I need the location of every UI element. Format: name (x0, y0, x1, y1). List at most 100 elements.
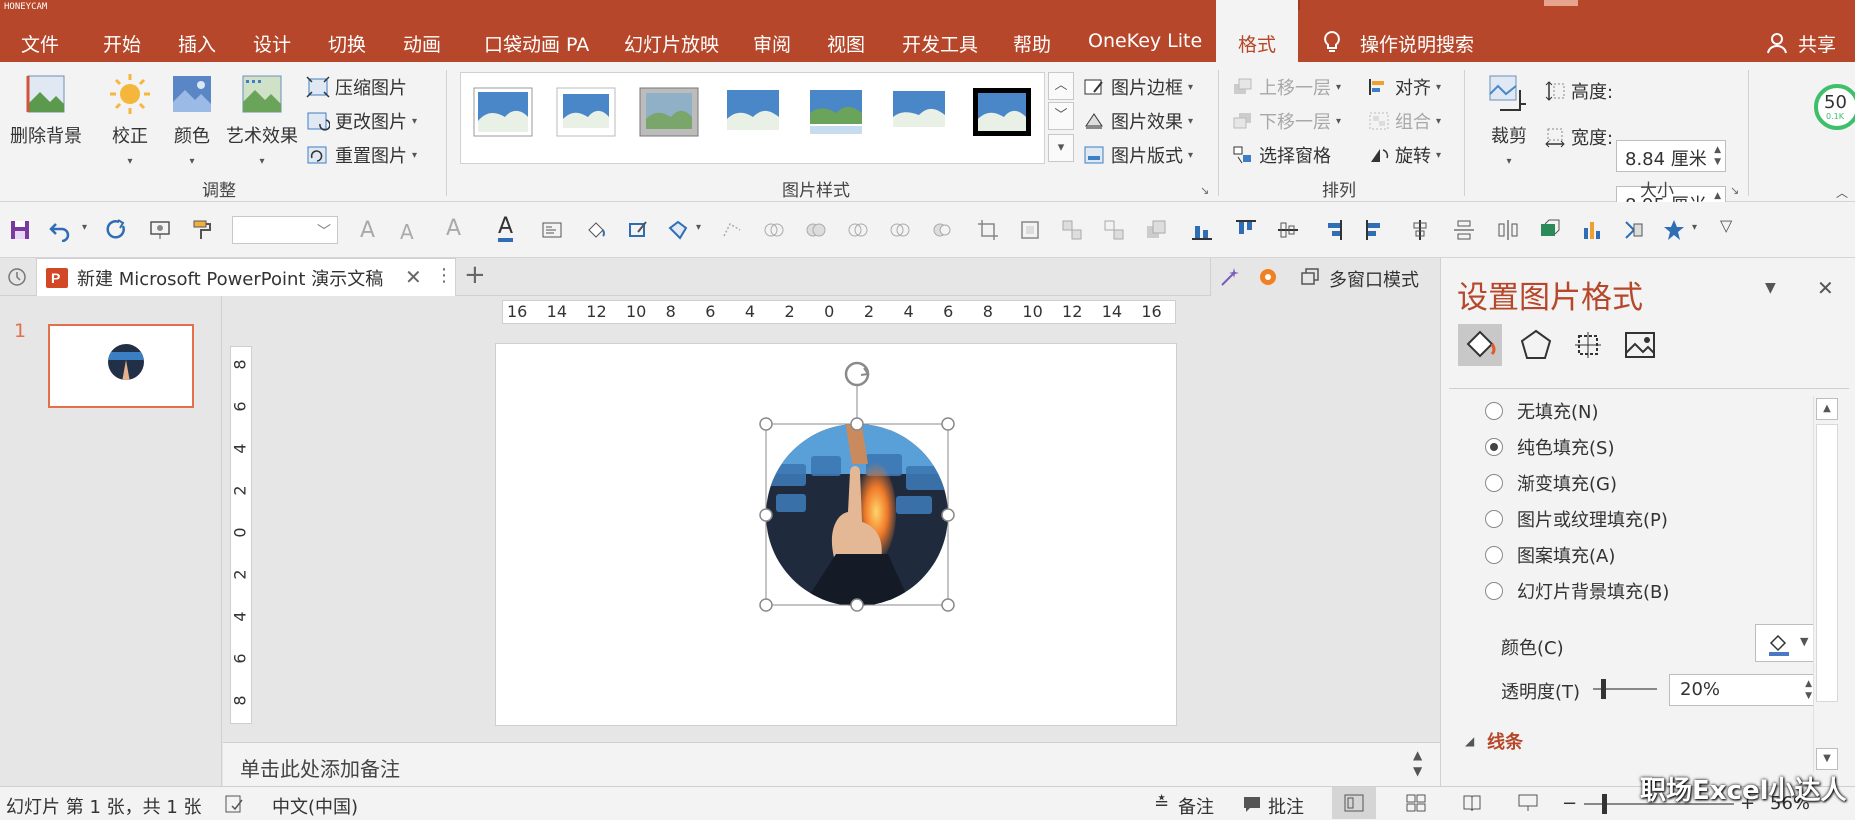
notes-scrollbar[interactable]: ▲ ▼ (1413, 747, 1433, 783)
shape-outline-icon[interactable] (626, 218, 650, 242)
tab-insert[interactable]: 插入 (178, 30, 216, 57)
normal-view-button[interactable] (1332, 787, 1376, 819)
radio-dot[interactable] (1485, 402, 1503, 420)
picture-style-4[interactable] (723, 87, 783, 137)
picture-style-5[interactable] (806, 87, 866, 137)
tab-review[interactable]: 审阅 (753, 30, 791, 57)
tab-format[interactable]: 格式 (1216, 0, 1299, 62)
text-effects-icon[interactable]: A (446, 216, 461, 241)
document-tab[interactable]: P 新建 Microsoft PowerPoint 演示文稿 ✕ ⋮ (36, 258, 456, 296)
picture-effects-button[interactable]: 图片效果 ▾ (1082, 108, 1193, 134)
group-button[interactable]: 组合 ▾ (1368, 108, 1441, 134)
slideshow-icon[interactable] (1518, 794, 1538, 817)
compress-pictures-button[interactable]: 压缩图片 (306, 74, 407, 100)
chevron-down-icon[interactable]: ▾ (1692, 222, 1697, 233)
tell-me-search[interactable]: 操作说明搜索 (1360, 30, 1474, 57)
history-icon[interactable] (6, 266, 28, 293)
customize-qat-icon[interactable]: ▽ (1720, 216, 1732, 235)
tab-home[interactable]: 开始 (103, 30, 141, 57)
tab-pocket-animation[interactable]: 口袋动画 PA (484, 30, 589, 57)
gallery-scroll-down[interactable]: ﹀ (1048, 102, 1074, 130)
radio-dot[interactable] (1485, 546, 1503, 564)
present-icon[interactable] (148, 218, 172, 242)
picture-style-1[interactable] (473, 87, 533, 137)
picture-border-button[interactable]: 图片边框 ▾ (1082, 74, 1193, 100)
font-color-icon[interactable]: A (498, 216, 514, 242)
reading-view-icon[interactable] (1462, 794, 1482, 817)
fill-option-pattern[interactable]: 图案填充(A) (1485, 542, 1615, 568)
slide-thumbnail[interactable] (48, 324, 194, 408)
tab-animations[interactable]: 动画 (403, 30, 441, 57)
comment-icon[interactable] (1242, 794, 1262, 819)
text-box-icon[interactable] (540, 218, 564, 242)
shape-effects-icon[interactable] (666, 218, 690, 242)
tab-more-icon[interactable]: ⋮ (435, 265, 453, 286)
line-section-header[interactable]: 线条 (1487, 728, 1523, 754)
reset-picture-button[interactable]: 重置图片 ▾ (306, 142, 417, 168)
selected-picture[interactable] (496, 344, 1178, 727)
effects-tab-icon[interactable] (1519, 328, 1553, 367)
tab-file[interactable]: 文件 (21, 30, 59, 57)
new-tab-icon[interactable]: + (464, 260, 486, 290)
dialog-launcher-icon[interactable]: ↘ (1730, 184, 1739, 197)
fill-line-tab[interactable] (1458, 324, 1502, 366)
chevron-down-icon[interactable]: ▾ (82, 222, 87, 233)
notes-toggle-icon[interactable]: ≛ (1154, 793, 1169, 814)
font-size-combo[interactable]: ﹀ (232, 216, 338, 244)
align-button[interactable]: 对齐 ▾ (1368, 74, 1441, 100)
combine-shapes-icon[interactable] (804, 218, 828, 242)
star-icon[interactable] (1662, 218, 1686, 242)
picture-style-2[interactable] (556, 87, 616, 137)
chevron-down-icon[interactable]: ﹀ (317, 221, 331, 241)
corrections-button[interactable]: 校正 ▾ (104, 72, 156, 169)
zoom-out-icon[interactable]: − (1562, 793, 1577, 814)
picture-style-3[interactable] (639, 87, 699, 137)
notes-pane[interactable]: 单击此处添加备注 ▲ ▼ (223, 742, 1440, 786)
format-painter-icon[interactable] (190, 218, 214, 242)
crop-button[interactable]: 裁剪 ▾ (1484, 70, 1534, 169)
fill-option-slide-background[interactable]: 幻灯片背景填充(B) (1485, 578, 1669, 604)
tab-transitions[interactable]: 切换 (328, 30, 366, 57)
resize-icon[interactable] (1018, 218, 1042, 242)
send-backward-button[interactable]: 下移一层 ▾ (1232, 108, 1341, 134)
multi-window-label[interactable]: 多窗口模式 (1329, 266, 1419, 292)
close-pane-icon[interactable]: ✕ (1817, 276, 1834, 300)
chevron-down-icon[interactable]: ▼ (1800, 635, 1808, 648)
subtract-shapes-icon[interactable] (930, 218, 954, 242)
picture-style-6[interactable] (889, 87, 949, 137)
rotate-button[interactable]: 旋转 ▾ (1368, 142, 1441, 168)
pane-scrollbar[interactable]: ▲ ▼ (1813, 396, 1839, 772)
picture-styles-gallery[interactable] (460, 72, 1045, 164)
slide-layout-icon[interactable] (1538, 218, 1562, 242)
radio-dot[interactable] (1485, 474, 1503, 492)
ungroup-icon[interactable] (1102, 218, 1126, 242)
dialog-launcher-icon[interactable]: ↘ (1200, 184, 1209, 197)
radio-dot-checked[interactable] (1485, 438, 1503, 456)
picture-tab-icon[interactable] (1623, 328, 1657, 367)
spell-check-icon[interactable] (224, 794, 244, 819)
size-properties-tab-icon[interactable] (1571, 328, 1605, 367)
increase-font-icon[interactable]: A (360, 218, 375, 243)
language[interactable]: 中文(中国) (272, 793, 358, 819)
shape-fill-icon[interactable] (584, 218, 608, 242)
align-center-icon[interactable] (1408, 218, 1432, 242)
tab-slideshow[interactable]: 幻灯片放映 (624, 30, 719, 57)
remove-background-button[interactable]: 删除背景 (8, 72, 84, 148)
pane-options-icon[interactable]: ▼ (1765, 280, 1776, 296)
fill-option-gradient[interactable]: 渐变填充(G) (1485, 470, 1617, 496)
align-bottom-icon[interactable] (1190, 218, 1214, 242)
transparency-slider-thumb[interactable] (1601, 679, 1606, 699)
intersect-shapes-icon[interactable] (888, 218, 912, 242)
scroll-down-button[interactable]: ▼ (1816, 748, 1838, 770)
slide[interactable] (495, 343, 1177, 726)
edit-points-icon[interactable] (720, 218, 744, 242)
transparency-spinner[interactable]: ▲ ▼ (1805, 678, 1812, 702)
bring-forward-button[interactable]: 上移一层 ▾ (1232, 74, 1341, 100)
comments-toggle[interactable]: 批注 (1268, 793, 1304, 819)
fragment-shapes-icon[interactable] (846, 218, 870, 242)
magic-wand-icon[interactable] (1219, 266, 1241, 293)
chevron-down-icon[interactable]: ▾ (696, 222, 701, 233)
save-icon[interactable] (8, 218, 32, 242)
color-button[interactable]: 颜色 ▾ (166, 72, 218, 169)
height-spinner[interactable]: ▲ ▼ (1714, 144, 1721, 168)
